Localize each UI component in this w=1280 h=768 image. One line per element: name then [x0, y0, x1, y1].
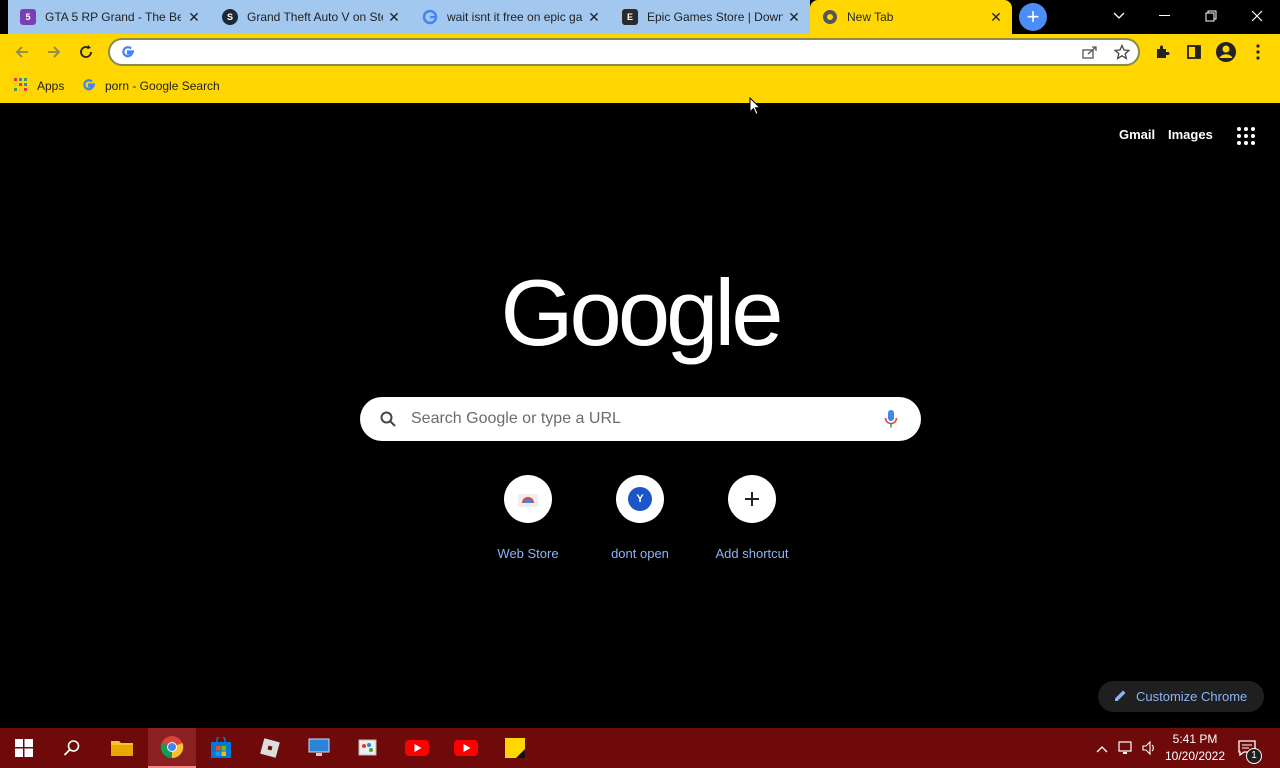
tab-strip: 5 GTA 5 RP Grand - The Best ✕ S Grand Th…: [0, 0, 1280, 34]
close-tab-icon[interactable]: ✕: [186, 9, 202, 25]
network-icon[interactable]: [1118, 740, 1134, 761]
epic-games-icon: E: [622, 9, 638, 25]
apps-grid-icon: [14, 77, 28, 95]
images-link[interactable]: Images: [1168, 127, 1213, 142]
customize-label: Customize Chrome: [1136, 689, 1248, 704]
tab-title: Grand Theft Auto V on Steam: [247, 10, 383, 24]
youtube-icon[interactable]: [393, 728, 441, 768]
search-input[interactable]: [411, 408, 851, 430]
webstore-icon: [504, 475, 552, 523]
clock-date: 10/20/2022: [1164, 749, 1226, 763]
google-logo: Google: [500, 260, 783, 365]
start-button[interactable]: [0, 728, 48, 768]
bookmark-apps[interactable]: Apps: [14, 76, 64, 96]
clock-time: 5:41 PM: [1172, 732, 1218, 746]
tab-steam[interactable]: S Grand Theft Auto V on Steam ✕: [210, 0, 410, 34]
add-shortcut-button[interactable]: Add shortcut: [702, 475, 802, 561]
taskbar-search-icon[interactable]: [48, 728, 96, 768]
bookmark-item[interactable]: porn - Google Search: [81, 76, 220, 96]
customize-chrome-button[interactable]: Customize Chrome: [1098, 681, 1264, 712]
reload-button[interactable]: [72, 38, 100, 66]
search-icon: [380, 411, 396, 432]
shortcut-web-store[interactable]: Web Store: [478, 475, 578, 561]
sticky-notes-icon[interactable]: [491, 728, 539, 768]
tab-title: Epic Games Store | Download: [647, 10, 783, 24]
shortcut-label: dont open: [611, 546, 669, 561]
show-hidden-icons-icon[interactable]: [1096, 740, 1108, 758]
tab-title: GTA 5 RP Grand - The Best: [45, 10, 181, 24]
forward-button[interactable]: [40, 38, 68, 66]
volume-icon[interactable]: [1141, 740, 1157, 761]
google-apps-icon[interactable]: [1237, 127, 1255, 150]
microsoft-store-icon[interactable]: [197, 728, 245, 768]
shortcut-label: Add shortcut: [715, 546, 789, 561]
taskbar-clock[interactable]: 5:41 PM 10/20/2022: [1160, 731, 1230, 765]
close-window-button[interactable]: [1234, 0, 1280, 32]
new-tab-button[interactable]: +: [1019, 3, 1047, 31]
tab-title: New Tab: [847, 10, 894, 24]
youtube-icon[interactable]: [442, 728, 490, 768]
close-tab-icon[interactable]: ✕: [786, 9, 802, 25]
chrome-taskbar-icon[interactable]: [148, 728, 196, 768]
pencil-icon: [1114, 689, 1127, 705]
tab-search-icon[interactable]: [1096, 0, 1142, 32]
tab-title: wait isnt it free on epic games: [447, 10, 583, 24]
address-bar[interactable]: [108, 38, 1140, 66]
plus-icon: [728, 475, 776, 523]
extensions-icon[interactable]: [1148, 38, 1176, 66]
shortcut-dont-open[interactable]: Y dont open: [590, 475, 690, 561]
chrome-icon: [822, 9, 838, 25]
mouse-cursor-icon: [749, 96, 762, 121]
share-icon[interactable]: [1082, 44, 1098, 65]
search-box[interactable]: [360, 397, 921, 441]
remote-desktop-icon[interactable]: [295, 728, 343, 768]
tab-gta-rp[interactable]: 5 GTA 5 RP Grand - The Best ✕: [8, 0, 210, 34]
windows-taskbar: 5:41 PM 10/20/2022 1: [0, 728, 1280, 768]
side-panel-icon[interactable]: [1180, 38, 1208, 66]
new-tab-page: Gmail Images Google Web Store Y: [0, 96, 1280, 728]
bookmark-label: Apps: [37, 79, 65, 93]
microphone-icon[interactable]: [884, 409, 898, 434]
close-tab-icon[interactable]: ✕: [386, 9, 402, 25]
gmail-link[interactable]: Gmail: [1119, 127, 1155, 142]
roblox-icon[interactable]: [246, 728, 294, 768]
file-explorer-icon[interactable]: [98, 728, 146, 768]
google-icon: [81, 77, 97, 96]
google-icon: [120, 44, 136, 60]
shortcut-label: Web Store: [497, 546, 559, 561]
tab-epic-games[interactable]: E Epic Games Store | Download ✕: [610, 0, 810, 34]
minimize-button[interactable]: [1142, 0, 1188, 32]
close-tab-icon[interactable]: ✕: [586, 9, 602, 25]
steam-icon: S: [222, 9, 238, 25]
bookmark-label: porn - Google Search: [105, 79, 220, 93]
letter-y-icon: Y: [628, 487, 652, 511]
chrome-menu-icon[interactable]: [1244, 38, 1272, 66]
address-input[interactable]: [144, 42, 1064, 62]
restore-button[interactable]: [1188, 0, 1234, 32]
profile-avatar-icon[interactable]: [1212, 38, 1240, 66]
bookmarks-bar: Apps porn - Google Search: [0, 70, 1280, 103]
tab-new-tab[interactable]: New Tab ✕: [810, 0, 1012, 34]
tab-google-search[interactable]: wait isnt it free on epic games ✕: [410, 0, 610, 34]
close-tab-icon[interactable]: ✕: [988, 9, 1004, 25]
back-button[interactable]: [8, 38, 36, 66]
paint-icon[interactable]: [344, 728, 392, 768]
bookmark-star-icon[interactable]: [1113, 43, 1131, 65]
gta-rp-icon: 5: [20, 9, 36, 25]
google-icon: [422, 9, 438, 25]
notification-badge: 1: [1246, 748, 1262, 764]
